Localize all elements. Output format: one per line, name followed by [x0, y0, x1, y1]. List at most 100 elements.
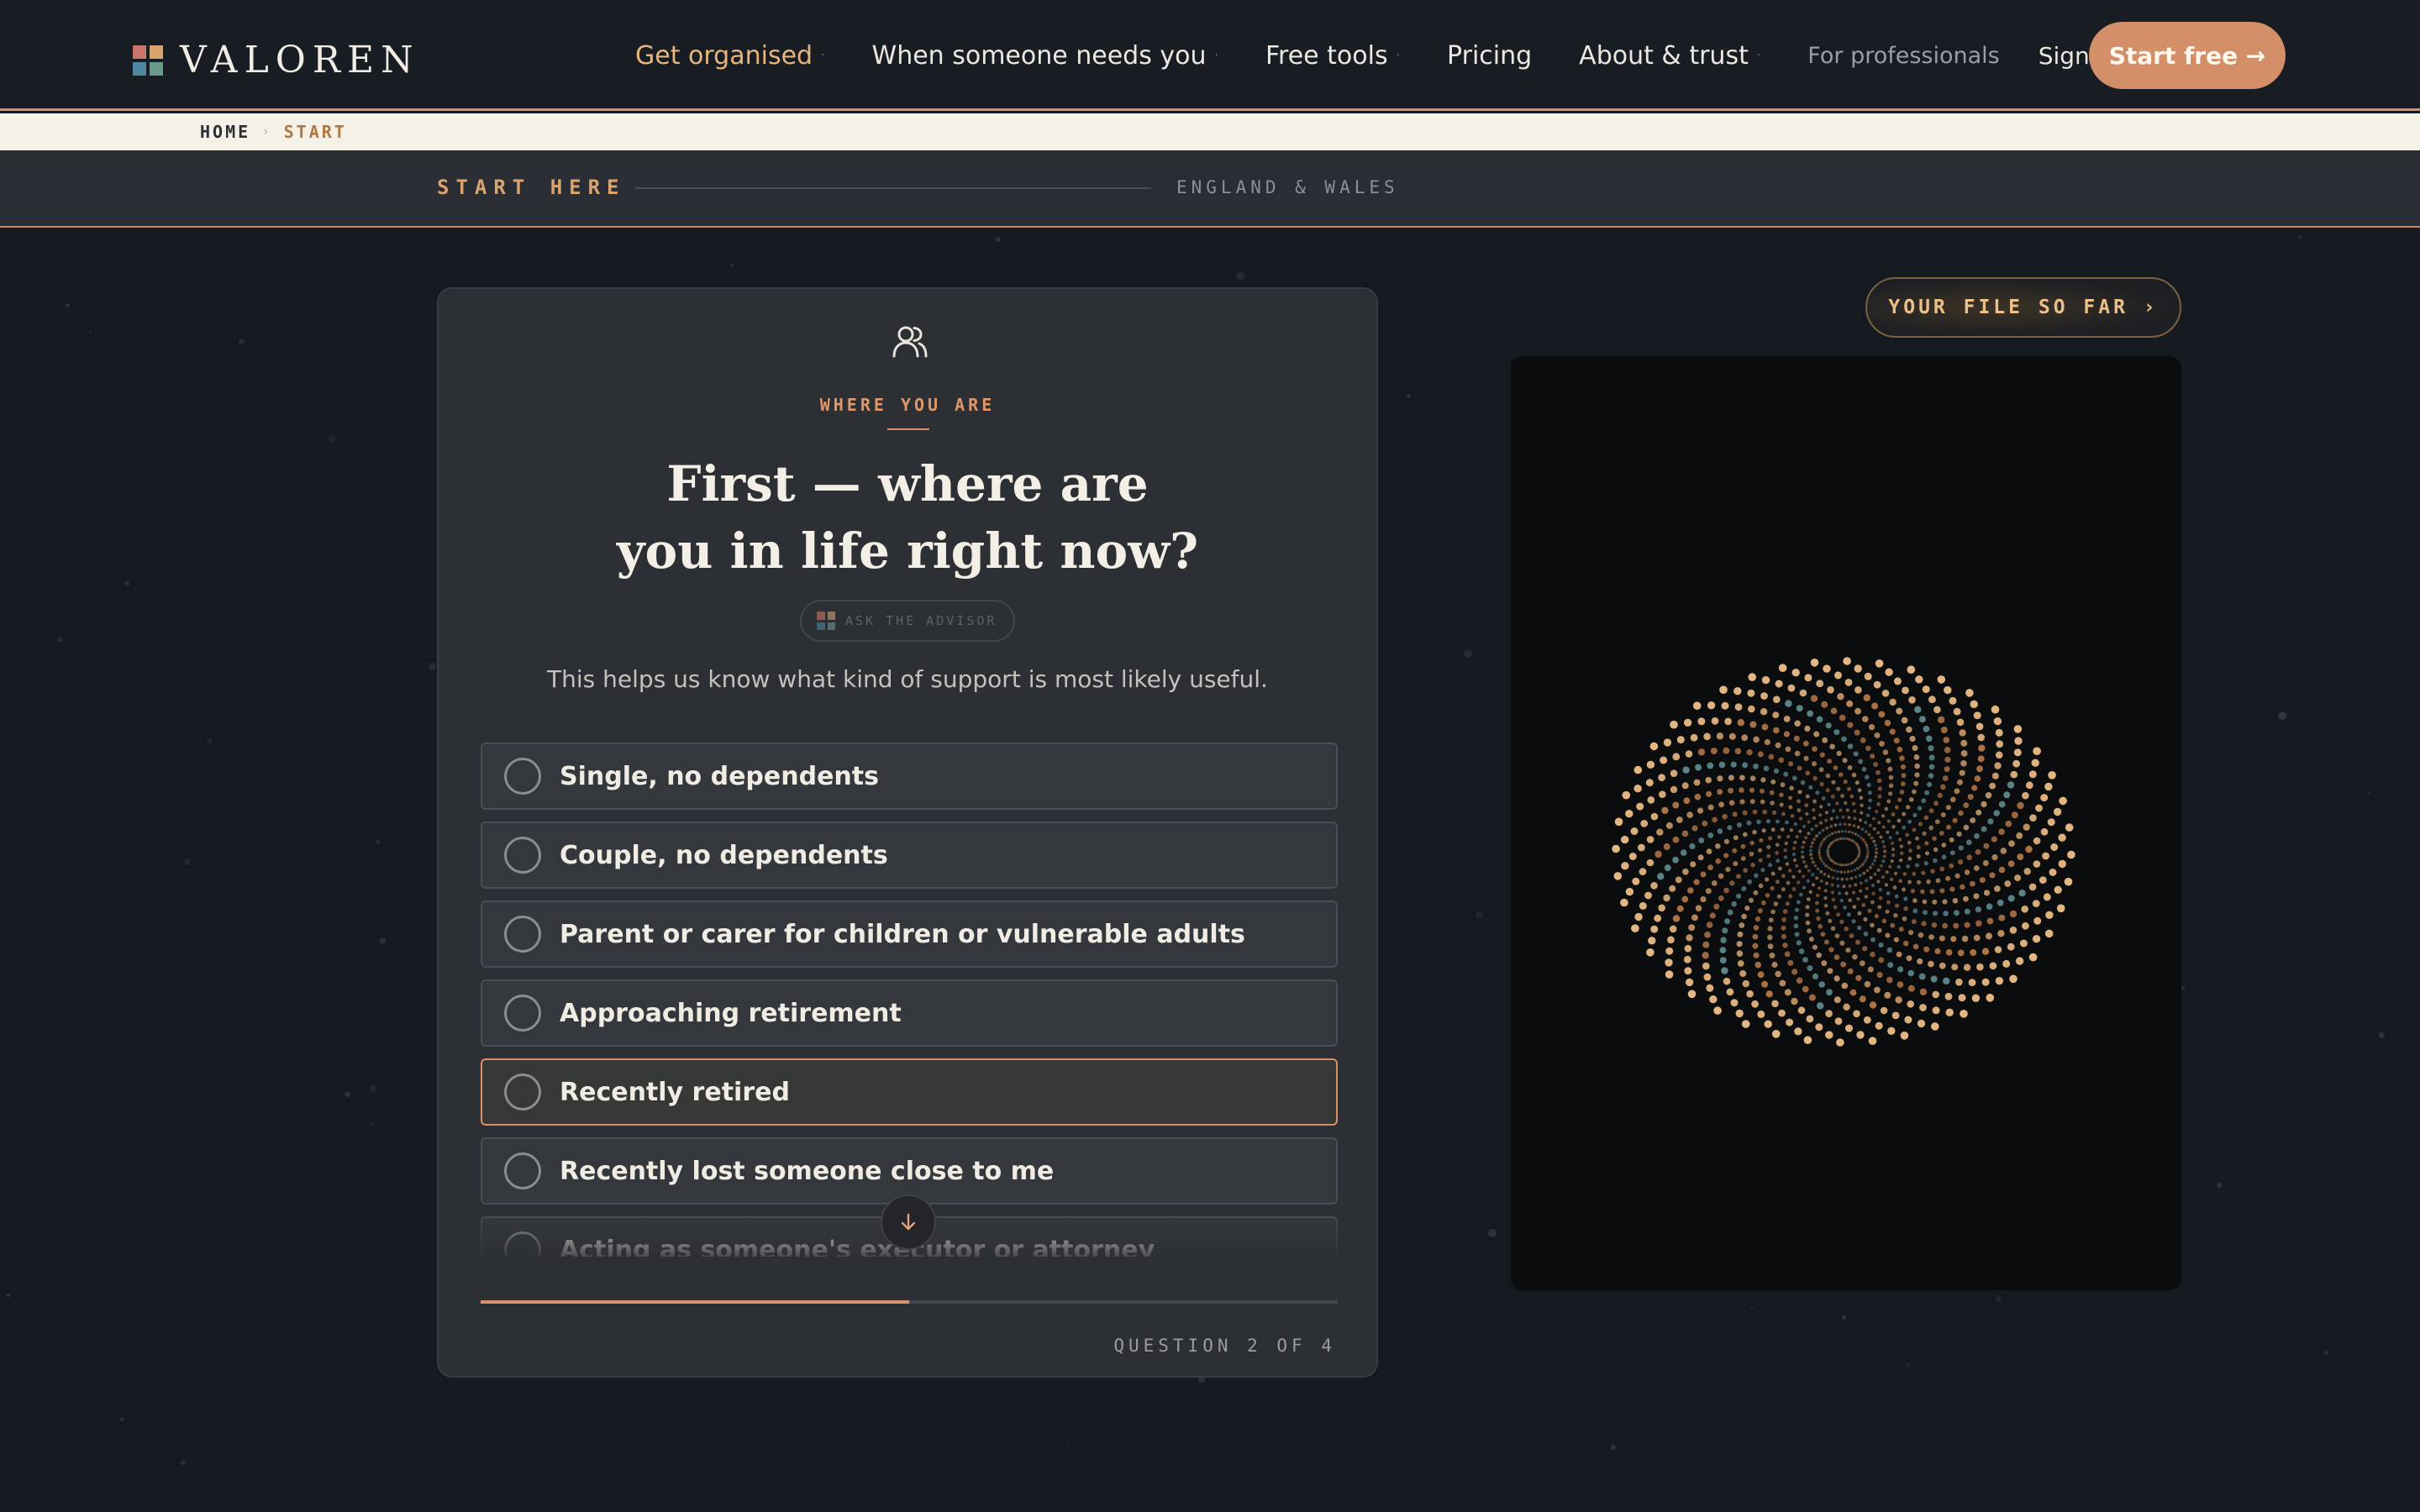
spiral-dot: [1770, 801, 1775, 806]
spiral-dot: [1892, 885, 1897, 890]
spiral-dot: [1865, 774, 1870, 780]
brand-logo[interactable]: VALOREN: [133, 39, 420, 81]
spiral-dot: [1829, 824, 1833, 828]
spiral-dot: [1736, 822, 1742, 828]
spiral-dot: [1866, 782, 1871, 788]
spiral-dot: [1812, 775, 1818, 781]
spiral-dot: [1782, 942, 1788, 948]
spiral-dot: [1779, 979, 1786, 987]
option-recently-retired[interactable]: Recently retired: [481, 1058, 1338, 1126]
spiral-dot: [1879, 741, 1885, 747]
menu-marker-icon: ·: [1756, 49, 1761, 62]
spiral-dot: [1891, 1011, 1900, 1020]
spiral-dot: [1917, 1019, 1926, 1028]
spiral-dot: [2040, 794, 2049, 802]
spiral-dot: [1798, 816, 1803, 821]
spiral-dot: [1812, 808, 1816, 812]
spiral-dot: [2017, 801, 2024, 810]
spiral-dot: [1743, 868, 1749, 873]
spiral-dot: [1889, 728, 1896, 735]
option-single-no-dependents[interactable]: Single, no dependents: [481, 743, 1338, 810]
spiral-dot: [1764, 1020, 1772, 1028]
spiral-dot: [1939, 866, 1945, 872]
spiral-dot: [1816, 916, 1821, 921]
spiral-dot: [1918, 716, 1926, 723]
option-couple-no-dependents[interactable]: Couple, no dependents: [481, 822, 1338, 889]
spiral-dot: [1877, 794, 1882, 799]
spiral-dot: [1853, 751, 1859, 757]
spiral-dot: [1875, 810, 1879, 814]
spiral-dot: [1866, 852, 1870, 855]
spiral-dot: [1876, 802, 1881, 806]
spiral-dot: [1923, 946, 1930, 953]
spiral-dot: [1864, 672, 1872, 680]
spiral-dot: [1867, 832, 1871, 837]
spiral-dot: [2013, 725, 2023, 733]
spiral-dot: [1908, 848, 1912, 853]
spiral-dot: [1841, 982, 1849, 990]
spiral-dot: [1625, 810, 1634, 818]
spiral-dot: [1762, 809, 1767, 815]
spiral-dot: [1825, 773, 1831, 779]
scroll-down-button[interactable]: [881, 1194, 936, 1250]
spiral-dot: [1844, 679, 1853, 686]
start-free-button[interactable]: Start free →: [2089, 22, 2286, 89]
your-file-so-far-button[interactable]: YOUR FILE SO FAR ›: [1865, 277, 2181, 338]
nav-item-label: Pricing: [1447, 40, 1533, 71]
spiral-dot: [1797, 880, 1801, 885]
nav-item-about-trust[interactable]: About & trust ·: [1579, 41, 1760, 71]
spiral-dot: [1964, 921, 1970, 928]
spiral-dot: [1753, 736, 1760, 743]
spiral-dot: [1703, 732, 1711, 741]
spiral-dot: [1844, 801, 1848, 806]
spiral-dot: [2004, 880, 2012, 887]
spiral-dot: [1779, 792, 1784, 798]
spiral-dot: [1971, 785, 1978, 791]
spiral-dot: [2011, 811, 2018, 819]
breadcrumb-home[interactable]: HOME: [200, 122, 250, 142]
spiral-dot: [1793, 840, 1797, 845]
spiral-dot: [1816, 893, 1820, 898]
spiral-dot: [1683, 718, 1692, 727]
option-parent-or-carer[interactable]: Parent or carer for children or vulnerab…: [481, 900, 1338, 968]
spiral-dot: [1819, 752, 1825, 758]
spiral-dot: [1993, 717, 2002, 726]
nav-item-free-tools[interactable]: Free tools ·: [1265, 41, 1400, 71]
spiral-dot: [1737, 719, 1744, 727]
spiral-dot: [1830, 707, 1838, 715]
spiral-dot: [2044, 929, 2054, 938]
spiral-dot: [1919, 988, 1928, 995]
spiral-dot: [1932, 836, 1937, 842]
star-dot: [57, 637, 63, 643]
spiral-dot: [1891, 812, 1896, 816]
nav-item-for-professionals[interactable]: For professionals: [1807, 43, 1999, 69]
spiral-dot: [1914, 863, 1919, 868]
spiral-dot: [1741, 1020, 1750, 1028]
spiral-dot: [1805, 920, 1811, 926]
spiral-dot: [1944, 756, 1951, 763]
spiral-dot: [1702, 952, 1709, 959]
spiral-dot: [1910, 889, 1916, 894]
spiral-dot: [1816, 716, 1823, 723]
spiral-dot: [2009, 927, 2018, 934]
nav-item-when-someone-needs-you[interactable]: When someone needs you ·: [872, 41, 1218, 71]
breadcrumb: HOME › START: [0, 113, 2420, 150]
spiral-dot: [1996, 899, 2004, 906]
spiral-dot: [1844, 830, 1848, 833]
spiral-dot: [1870, 836, 1874, 840]
spiral-dot: [1906, 955, 1912, 962]
spiral-dot: [1804, 725, 1811, 732]
nav-item-get-organised[interactable]: Get organised ·: [635, 41, 825, 71]
spiral-dot: [1804, 864, 1808, 869]
spiral-dot: [1851, 831, 1854, 835]
spiral-dot: [1818, 981, 1825, 988]
spiral-dot: [1839, 822, 1842, 827]
spiral-dot: [1874, 914, 1879, 919]
spiral-dot: [1902, 686, 1909, 695]
option-approaching-retirement[interactable]: Approaching retirement: [481, 979, 1338, 1047]
nav-item-pricing[interactable]: Pricing: [1447, 41, 1532, 71]
spiral-dot: [1895, 831, 1900, 835]
ask-advisor-button[interactable]: ASK THE ADVISOR: [800, 600, 1015, 642]
spiral-dot: [1921, 870, 1926, 875]
spiral-dot: [1761, 828, 1766, 833]
